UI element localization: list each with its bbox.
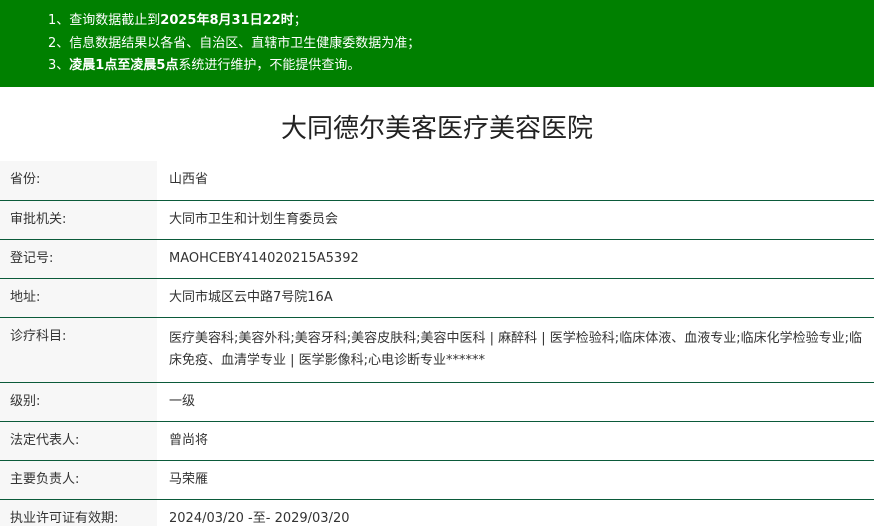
- page-title: 大同德尔美客医疗美容医院: [280, 114, 593, 144]
- row-value-authority: 大同市卫生和计划生育委员会: [157, 200, 874, 240]
- table-row: 地址: 大同市城区云中路7号院16A: [0, 278, 874, 318]
- table-row: 主要负责人: 马荣雁: [0, 460, 874, 500]
- notice-line-3: 3、凌晨1点至凌晨5点系统进行维护，不能提供查询。: [48, 58, 361, 73]
- row-label-registration-no: 登记号:: [0, 239, 157, 279]
- row-value-province: 山西省: [157, 161, 874, 201]
- row-label-departments: 诊疗科目:: [0, 317, 157, 383]
- row-value-principal: 马荣雁: [157, 460, 874, 500]
- row-label-license-validity: 执业许可证有效期:: [0, 499, 157, 526]
- table-row: 省份: 山西省: [0, 161, 874, 201]
- row-label-principal: 主要负责人:: [0, 460, 157, 500]
- table-row: 法定代表人: 曾尚将: [0, 421, 874, 461]
- table-row: 审批机关: 大同市卫生和计划生育委员会: [0, 200, 874, 240]
- hospital-info-table: 省份: 山西省 审批机关: 大同市卫生和计划生育委员会 登记号: MAOHCEB…: [0, 161, 874, 526]
- table-row: 执业许可证有效期: 2024/03/20 -至- 2029/03/20: [0, 499, 874, 526]
- table-row: 登记号: MAOHCEBY414020215A5392: [0, 239, 874, 279]
- row-label-legal-representative: 法定代表人:: [0, 421, 157, 461]
- row-label-province: 省份:: [0, 161, 157, 201]
- row-value-level: 一级: [157, 382, 874, 422]
- row-label-authority: 审批机关:: [0, 200, 157, 240]
- row-value-legal-representative: 曾尚将: [157, 421, 874, 461]
- row-value-departments: 医疗美容科;美容外科;美容牙科;美容皮肤科;美容中医科 | 麻醉科 | 医学检验…: [157, 317, 874, 383]
- notice-line-1: 1、查询数据截止到2025年8月31日22时；: [48, 13, 307, 28]
- row-label-address: 地址:: [0, 278, 157, 318]
- notice-banner: 1、查询数据截止到2025年8月31日22时； 2、信息数据结果以各省、自治区、…: [0, 0, 874, 87]
- row-label-level: 级别:: [0, 382, 157, 422]
- row-value-license-validity: 2024/03/20 -至- 2029/03/20: [157, 499, 874, 526]
- table-row: 诊疗科目: 医疗美容科;美容外科;美容牙科;美容皮肤科;美容中医科 | 麻醉科 …: [0, 317, 874, 383]
- row-value-registration-no: MAOHCEBY414020215A5392: [157, 239, 874, 279]
- table-row: 级别: 一级: [0, 382, 874, 422]
- notice-line-2: 2、信息数据结果以各省、自治区、直辖市卫生健康委数据为准；: [48, 35, 421, 51]
- row-value-address: 大同市城区云中路7号院16A: [157, 278, 874, 318]
